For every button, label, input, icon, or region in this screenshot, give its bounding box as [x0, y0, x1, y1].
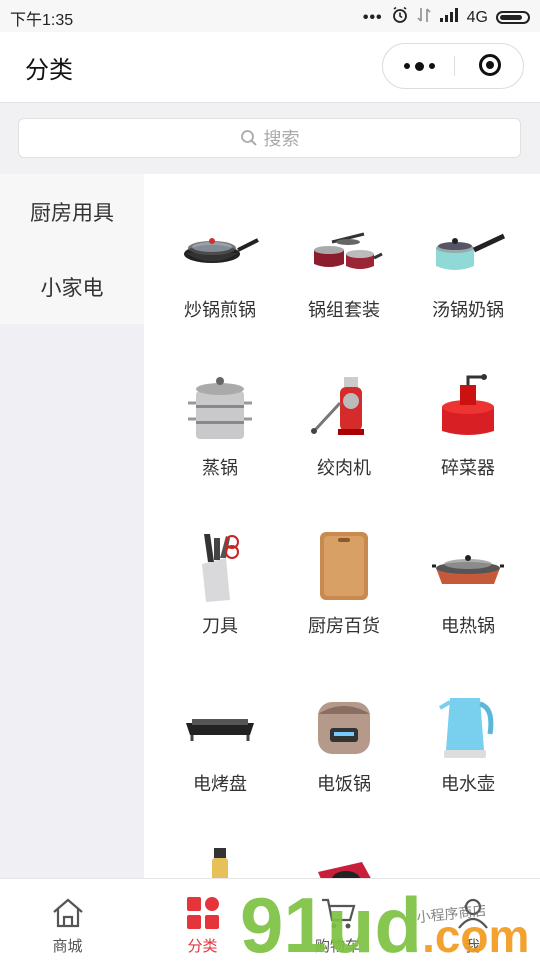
category-icon: [185, 895, 221, 931]
search-placeholder: 搜索: [263, 129, 300, 149]
tab-label: 购物车: [314, 938, 360, 955]
dot-icon: [403, 63, 410, 69]
data-transfer-icon: [417, 6, 431, 29]
search-icon: [240, 129, 258, 147]
tab-label: 我: [464, 938, 480, 955]
grill-plate-icon: [180, 684, 260, 764]
tab-label: 分类: [187, 938, 218, 955]
grid-item-meat-grinder[interactable]: 绞肉机: [282, 368, 406, 526]
grid-item-label: 碎菜器: [441, 458, 495, 478]
home-icon: [50, 895, 86, 931]
hot-plate-icon: [304, 842, 384, 878]
steamer-icon: [180, 368, 260, 448]
meat-grinder-icon: [304, 368, 384, 448]
status-bar: 下午1:35 ••• 4G: [0, 0, 540, 32]
grid-item-label: 电水壶: [441, 774, 495, 794]
status-icons: ••• 4G: [363, 6, 530, 29]
grid-item-steamer[interactable]: 蒸锅: [158, 368, 282, 526]
battery-icon: [496, 11, 530, 24]
tab-me[interactable]: 我: [405, 879, 540, 961]
network-label: 4G: [466, 8, 488, 26]
grid-item-kitchen-goods[interactable]: 厨房百货: [282, 526, 406, 684]
grid-item-label: 汤锅奶锅: [432, 300, 504, 320]
grid-item-hot-plate[interactable]: [282, 842, 406, 878]
cutting-board-icon: [304, 526, 384, 606]
navigation-bar: 分类: [0, 32, 540, 102]
kettle-icon: [428, 684, 508, 764]
rice-cooker-icon: [304, 684, 384, 764]
pot-set-icon: [304, 210, 384, 290]
grid-item-label: 电饭锅: [317, 774, 371, 794]
saucepan-icon: [428, 210, 508, 290]
grid-item-rice-cooker[interactable]: 电饭锅: [282, 684, 406, 842]
grid-item-wok[interactable]: 炒锅煎锅: [158, 210, 282, 368]
grid-item-label: 蒸锅: [202, 458, 238, 478]
grid-item-label: 电烤盘: [193, 774, 247, 794]
sidebar-item-label: 小家电: [40, 276, 104, 300]
product-grid-panel: 炒锅煎锅 锅组套装 汤锅奶锅 蒸锅 绞肉机 碎菜器 刀具 厨房百货 电热锅 电烤…: [144, 174, 540, 878]
bottle-icon: [180, 842, 260, 878]
sidebar-item-small-appliances[interactable]: 小家电: [0, 249, 144, 324]
electric-pot-icon: [428, 526, 508, 606]
user-icon: [455, 895, 491, 931]
miniprogram-capsule: [382, 43, 524, 89]
grid-item-chopper[interactable]: 碎菜器: [406, 368, 530, 526]
search-input[interactable]: 搜索: [18, 118, 521, 158]
alarm-icon: [391, 6, 409, 29]
cart-icon: [320, 895, 356, 931]
grid-item-label: 绞肉机: [317, 458, 371, 478]
capsule-divider: [454, 56, 455, 76]
grid-item-label: 刀具: [202, 616, 238, 636]
search-bar: 搜索: [0, 102, 540, 175]
tab-category[interactable]: 分类: [135, 879, 270, 961]
tab-mall[interactable]: 商城: [0, 879, 135, 961]
tab-cart[interactable]: 购物车: [270, 879, 405, 961]
grid-item-label: 厨房百货: [308, 616, 380, 636]
tab-bar: 商城 分类 购物车 我: [0, 878, 540, 961]
grid-item-label: 锅组套装: [308, 300, 380, 320]
grid-item-electric-pot[interactable]: 电热锅: [406, 526, 530, 684]
grid-item-bottle[interactable]: [158, 842, 282, 878]
grid-item-pot-set[interactable]: 锅组套装: [282, 210, 406, 368]
chopper-icon: [428, 368, 508, 448]
grid-item-knife-set[interactable]: 刀具: [158, 526, 282, 684]
knife-block-icon: [180, 526, 260, 606]
wok-icon: [180, 210, 260, 290]
more-menu-button[interactable]: [383, 44, 455, 88]
dot-icon: [428, 63, 435, 69]
sidebar-item-label: 厨房用具: [30, 201, 114, 225]
grid-item-kettle[interactable]: 电水壶: [406, 684, 530, 842]
page-title: 分类: [25, 57, 73, 84]
grid-item-label: 炒锅煎锅: [184, 300, 256, 320]
sidebar-item-kitchenware[interactable]: 厨房用具: [0, 174, 144, 249]
close-miniprogram-button[interactable]: [479, 54, 501, 76]
dot-icon: [414, 61, 424, 71]
signal-icon: [439, 7, 459, 28]
grid-item-grill-plate[interactable]: 电烤盘: [158, 684, 282, 842]
product-grid: 炒锅煎锅 锅组套装 汤锅奶锅 蒸锅 绞肉机 碎菜器 刀具 厨房百货 电热锅 电烤…: [158, 210, 530, 878]
tab-label: 商城: [52, 938, 83, 955]
more-dots-icon: •••: [362, 8, 383, 26]
grid-item-label: 电热锅: [441, 616, 495, 636]
grid-item-saucepan[interactable]: 汤锅奶锅: [406, 210, 530, 368]
status-time: 下午1:35: [10, 12, 74, 29]
category-sidebar: 厨房用具 小家电: [0, 174, 144, 878]
